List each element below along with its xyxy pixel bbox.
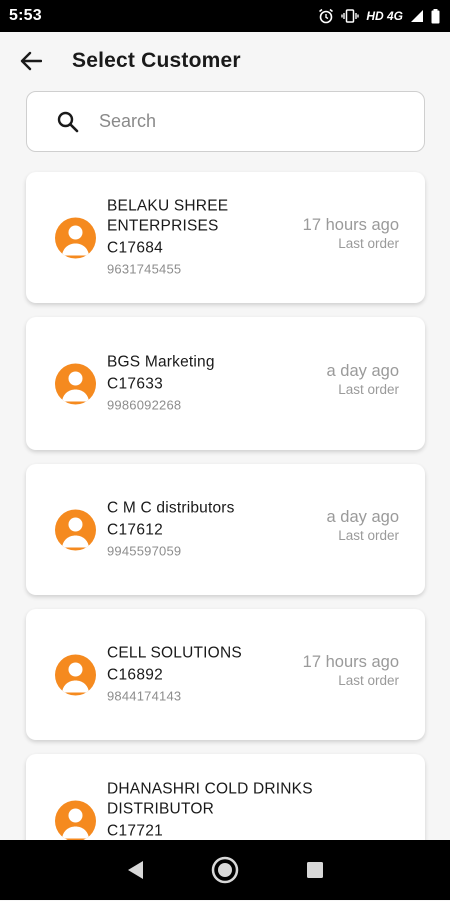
- last-order-time: 17 hours ago: [302, 652, 399, 671]
- last-order-time: 17 hours ago: [302, 215, 399, 234]
- arrow-left-icon: [20, 51, 42, 71]
- customer-info: CELL SOLUTIONS C16892 9844174143: [107, 643, 287, 706]
- avatar-icon: [55, 217, 96, 258]
- customer-card[interactable]: CELL SOLUTIONS C16892 9844174143 17 hour…: [26, 609, 425, 740]
- customer-phone: 9986092268: [107, 397, 182, 412]
- last-order-label: Last order: [338, 381, 399, 397]
- vibrate-icon: [341, 8, 360, 24]
- recents-square-icon: [307, 862, 323, 878]
- customer-code: C17612: [107, 521, 164, 538]
- customer-info: BELAKU SHREE ENTERPRISES C17684 96317454…: [107, 196, 287, 279]
- last-order-label: Last order: [338, 672, 399, 688]
- signal-icon: [410, 9, 424, 23]
- last-order-time: a day ago: [326, 361, 399, 380]
- system-nav-bar: [0, 840, 450, 900]
- customer-info: C M C distributors C17612 9945597059: [107, 498, 287, 561]
- last-order-meta: 17 hours ago Last order: [303, 215, 399, 253]
- home-circle-icon: [211, 856, 239, 884]
- last-order-label: Last order: [338, 527, 399, 543]
- last-order-meta: a day ago Last order: [327, 361, 399, 399]
- last-order-meta: 17 hours ago Last order: [303, 652, 399, 690]
- customer-name: C M C distributors: [107, 499, 235, 516]
- status-icons: HD 4G: [318, 8, 440, 24]
- avatar-icon: [55, 654, 96, 695]
- customer-name: BELAKU SHREE ENTERPRISES: [107, 197, 229, 234]
- customer-phone: 9945597059: [107, 543, 182, 558]
- last-order-meta: a day ago Last order: [327, 507, 399, 545]
- nav-home-button[interactable]: [205, 850, 245, 890]
- customer-code: C17633: [107, 375, 164, 392]
- avatar-icon: [55, 800, 96, 841]
- back-triangle-icon: [128, 861, 143, 879]
- alarm-icon: [318, 8, 334, 24]
- customer-code: C17721: [107, 822, 164, 839]
- customer-card[interactable]: BGS Marketing C17633 9986092268 a day ag…: [26, 317, 425, 450]
- customer-phone: 9844174143: [107, 688, 182, 703]
- customer-code: C16892: [107, 666, 164, 683]
- avatar-icon: [55, 509, 96, 550]
- customer-name: CELL SOLUTIONS: [107, 644, 242, 661]
- search-input[interactable]: [99, 111, 389, 132]
- search-icon: [57, 111, 79, 132]
- last-order-label: Last order: [338, 235, 399, 251]
- last-order-time: a day ago: [326, 507, 399, 526]
- nav-back-button[interactable]: [115, 850, 155, 890]
- status-bar: 5:53 HD 4G: [0, 0, 450, 32]
- customer-name: DHANASHRI COLD DRINKS DISTRIBUTOR: [107, 780, 313, 817]
- customer-card[interactable]: BELAKU SHREE ENTERPRISES C17684 96317454…: [26, 172, 425, 303]
- status-time: 5:53: [9, 7, 42, 24]
- customer-phone: 9631745455: [107, 261, 182, 276]
- avatar-icon: [55, 363, 96, 404]
- customer-name: BGS Marketing: [107, 353, 215, 370]
- battery-icon: [431, 8, 440, 24]
- back-button[interactable]: [11, 41, 51, 81]
- customer-list: BELAKU SHREE ENTERPRISES C17684 96317454…: [26, 172, 425, 901]
- search-box[interactable]: [26, 91, 425, 152]
- app-bar: Select Customer: [0, 32, 450, 90]
- customer-code: C17684: [107, 239, 164, 256]
- customer-info: BGS Marketing C17633 9986092268: [107, 352, 287, 415]
- network-label: HD 4G: [366, 9, 403, 23]
- nav-recents-button[interactable]: [295, 850, 335, 890]
- customer-card[interactable]: C M C distributors C17612 9945597059 a d…: [26, 464, 425, 595]
- page-title: Select Customer: [72, 49, 241, 72]
